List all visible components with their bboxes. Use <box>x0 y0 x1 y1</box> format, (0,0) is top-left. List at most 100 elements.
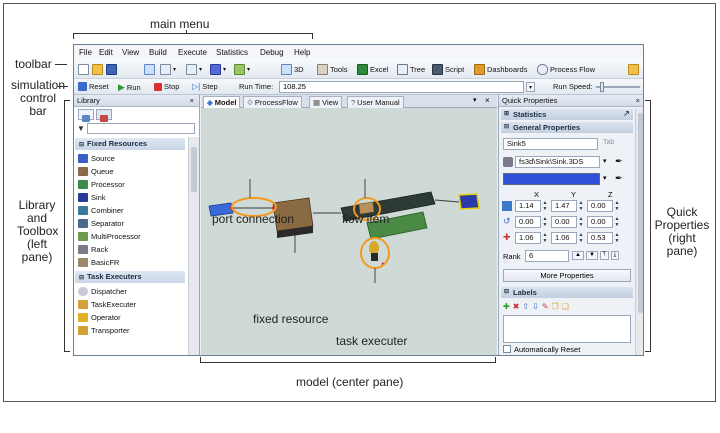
rank-up-icon[interactable]: ▲ <box>572 251 584 260</box>
script-button[interactable]: Script <box>432 62 464 76</box>
library-item-queue[interactable]: Queue <box>78 165 114 177</box>
spin-icon[interactable]: ▲ ▼ <box>578 216 584 228</box>
process-flow-button[interactable]: Process Flow <box>537 62 595 76</box>
open-button[interactable] <box>92 62 103 76</box>
add-icon[interactable]: ✚ <box>503 302 510 311</box>
run-time-dropdown[interactable]: ▾ <box>526 82 535 92</box>
library-item-combiner[interactable]: Combiner <box>78 204 124 216</box>
spin-icon[interactable]: ▲ ▼ <box>542 200 548 212</box>
menu-edit[interactable]: Edit <box>99 48 113 57</box>
select-mode-button[interactable] <box>144 62 155 76</box>
library-item-sink[interactable]: Sink <box>78 191 106 203</box>
move-down-icon[interactable]: ⇩ <box>532 302 539 311</box>
tab-model[interactable]: ◈ Model <box>203 96 241 108</box>
view-3d-button[interactable]: 3D <box>281 62 304 76</box>
object-name-field[interactable]: Sink5 <box>503 138 598 150</box>
size-y[interactable]: 1.06 <box>551 232 577 244</box>
menu-build[interactable]: Build <box>149 48 167 57</box>
menu-view[interactable]: View <box>122 48 139 57</box>
sink-object[interactable] <box>458 193 480 210</box>
quick-properties-scrollbar-thumb[interactable] <box>638 113 643 313</box>
rank-down-icon[interactable]: ▼ <box>585 251 598 260</box>
menu-statistics[interactable]: Statistics <box>216 48 248 57</box>
position-y[interactable]: 1.47 <box>551 200 577 212</box>
library-group-task-executers[interactable]: ⊟ Task Executers <box>75 271 185 283</box>
reset-button[interactable]: Reset <box>78 82 109 91</box>
paste-icon[interactable]: ❏ <box>562 302 569 311</box>
library-item-source[interactable]: Source <box>78 152 115 164</box>
grid-button[interactable]: ▾ <box>234 62 250 76</box>
labels-list[interactable] <box>503 315 631 343</box>
size-x[interactable]: 1.06 <box>515 232 541 244</box>
library-tab-objects[interactable] <box>78 109 94 122</box>
quick-properties-scrollbar[interactable] <box>635 109 643 355</box>
tab-view[interactable]: ▦ View <box>309 96 343 108</box>
tree-button[interactable]: Tree <box>397 62 425 76</box>
library-item-taskexecuter[interactable]: TaskExecuter <box>78 298 136 310</box>
copy-icon[interactable]: ❐ <box>552 302 559 311</box>
library-item-operator[interactable]: Operator <box>78 311 121 323</box>
menu-file[interactable]: File <box>79 48 92 57</box>
library-group-fixed-resources[interactable]: ⊟ Fixed Resources <box>75 138 185 150</box>
rank-bottom-icon[interactable]: ⤓ <box>610 251 620 260</box>
spin-icon[interactable]: ▲ ▼ <box>614 216 620 228</box>
task-executer-object[interactable] <box>369 241 379 255</box>
rank-top-icon[interactable]: ⤒ <box>599 251 609 260</box>
rotation-z[interactable]: 0.00 <box>587 216 613 228</box>
library-item-processor[interactable]: Processor <box>78 178 125 190</box>
tools-button[interactable]: Tools <box>317 62 348 76</box>
chevron-down-icon[interactable]: ▾ <box>603 174 607 182</box>
more-properties-button[interactable]: More Properties <box>503 269 631 282</box>
menu-debug[interactable]: Debug <box>260 48 284 57</box>
dashboards-button[interactable]: Dashboards <box>474 62 527 76</box>
color-swatch[interactable] <box>503 173 600 185</box>
library-item-transporter[interactable]: Transporter <box>78 324 130 336</box>
spin-icon[interactable]: ▲ ▼ <box>542 232 548 244</box>
move-up-icon[interactable]: ⇧ <box>522 302 529 311</box>
shape-field[interactable]: fs3d\Sink\Sink.3DS <box>515 156 600 168</box>
excel-button[interactable]: Excel <box>357 62 388 76</box>
close-icon[interactable]: × <box>636 95 640 107</box>
close-icon[interactable]: × <box>485 96 490 105</box>
library-item-basicfr[interactable]: BasicFR <box>78 256 119 268</box>
new-button[interactable] <box>78 62 89 76</box>
stop-button[interactable]: Stop <box>154 82 179 91</box>
run-speed-thumb[interactable] <box>600 82 604 92</box>
menu-execute[interactable]: Execute <box>178 48 207 57</box>
library-scrollbar-thumb[interactable] <box>191 147 197 192</box>
library-item-dispatcher[interactable]: Dispatcher <box>78 285 127 297</box>
tab-user-manual[interactable]: ? User Manual <box>347 96 404 108</box>
run-time-field[interactable]: 108.25 <box>279 81 524 93</box>
spin-icon[interactable]: ▲ ▼ <box>578 232 584 244</box>
tab-processflow[interactable]: ⟐ ProcessFlow <box>243 96 302 108</box>
run-button[interactable]: ▶ Run <box>118 82 141 93</box>
delete-icon[interactable]: ✖ <box>513 302 520 311</box>
section-labels[interactable]: ⊟ Labels <box>501 287 633 298</box>
position-x[interactable]: 1.14 <box>515 200 541 212</box>
create-objects-button[interactable]: ▾ <box>186 62 202 76</box>
library-scrollbar[interactable] <box>188 137 199 355</box>
library-search-input[interactable] <box>87 123 195 134</box>
model-viewport[interactable] <box>201 108 497 356</box>
size-z[interactable]: 0.53 <box>587 232 613 244</box>
library-item-rack[interactable]: Rack <box>78 243 108 255</box>
eyedropper-icon[interactable]: ✒ <box>615 156 623 167</box>
step-button[interactable]: ▷| Step <box>192 82 218 91</box>
rank-field[interactable]: 6 <box>525 250 569 262</box>
rotation-y[interactable]: 0.00 <box>551 216 577 228</box>
pin-icon[interactable]: ↗ <box>623 109 630 118</box>
spin-icon[interactable]: ▲ ▼ <box>614 200 620 212</box>
close-icon[interactable]: × <box>190 95 194 107</box>
library-item-separator[interactable]: Separator <box>78 217 124 229</box>
rotation-x[interactable]: 0.00 <box>515 216 541 228</box>
auto-reset-checkbox[interactable] <box>503 345 511 353</box>
spin-icon[interactable]: ▲ ▼ <box>578 200 584 212</box>
library-tab-toolbox[interactable] <box>96 109 112 122</box>
section-statistics[interactable]: ⊞ Statistics <box>501 109 633 120</box>
chevron-down-icon[interactable]: ▾ <box>603 157 607 165</box>
position-z[interactable]: 0.00 <box>587 200 613 212</box>
spin-icon[interactable]: ▲ ▼ <box>542 216 548 228</box>
section-general-properties[interactable]: ⊟ General Properties <box>501 122 633 133</box>
tab-menu-icon[interactable]: ▾ <box>473 96 477 104</box>
spin-icon[interactable]: ▲ ▼ <box>614 232 620 244</box>
